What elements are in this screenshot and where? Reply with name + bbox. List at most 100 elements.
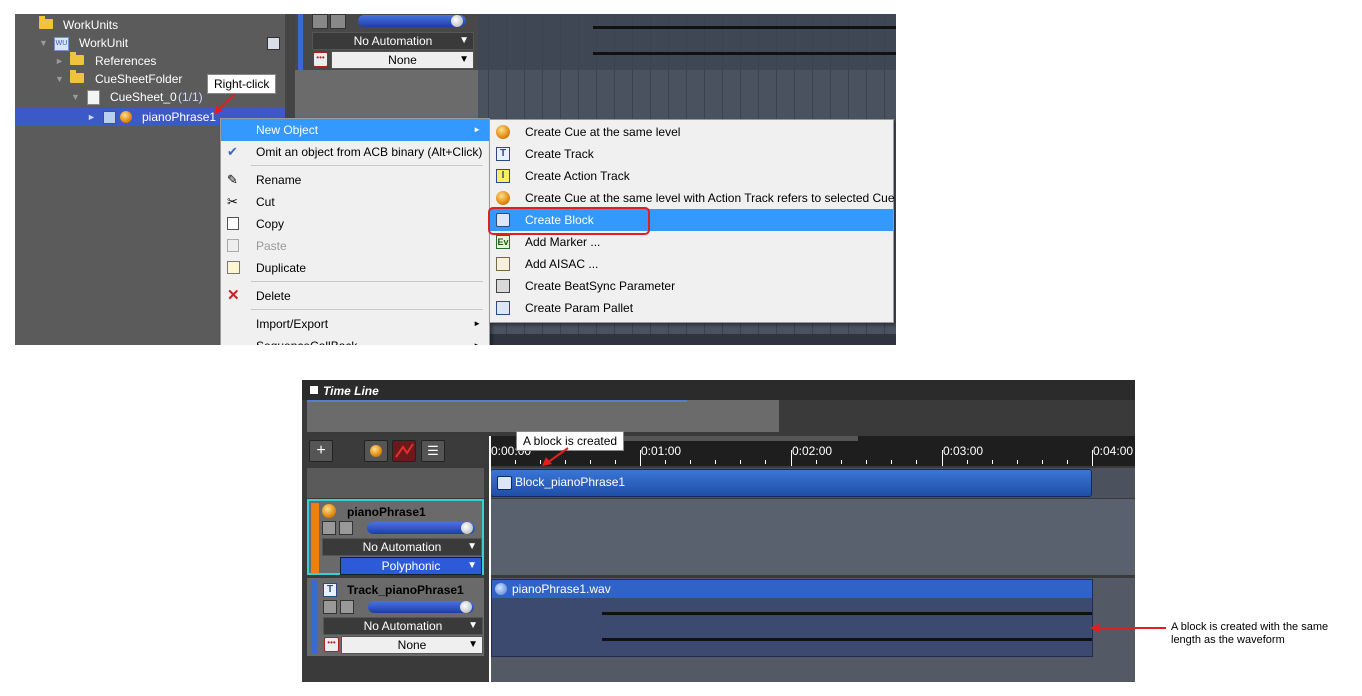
context-menu-screenshot: WorkUnits ▼ WU WorkUnit ► References ▼ C… <box>15 14 896 345</box>
list-view-button[interactable]: ☰ <box>421 440 445 462</box>
waveform-region[interactable]: pianoPhrase1.wav <box>491 579 1093 657</box>
submenu-item-create-track[interactable]: T Create Track <box>490 143 893 165</box>
volume-slider[interactable] <box>368 601 474 613</box>
block-created-arrow <box>542 447 569 466</box>
checkbox-icon[interactable] <box>103 111 116 124</box>
expand-right-icon: ► <box>87 112 96 122</box>
submenu-item-create-param-pallet[interactable]: Create Param Pallet <box>490 297 893 319</box>
bottom-bar <box>478 334 896 345</box>
dots-icon[interactable]: ••• <box>313 52 328 67</box>
add-track-button[interactable]: + <box>309 440 333 462</box>
cue-track-header[interactable]: pianoPhrase1 No Automation ▼ Polyphonic ▼ <box>307 499 484 575</box>
none-dropdown[interactable]: None ▼ <box>331 51 474 69</box>
cue-orb-icon <box>120 111 132 123</box>
curve-view-button[interactable] <box>392 440 416 462</box>
scissors-icon: ✂ <box>227 194 238 209</box>
curve-icon <box>395 443 414 458</box>
ruler-label: 0:03:00 <box>943 444 984 458</box>
list-icon: ☰ <box>427 443 439 458</box>
track-toolbar: + ☰ <box>307 436 484 466</box>
mute-icon[interactable] <box>339 521 353 535</box>
automation-dropdown[interactable]: No Automation ▼ <box>322 538 482 556</box>
right-click-arrow <box>214 93 236 114</box>
menu-item-paste[interactable]: Paste <box>221 235 489 257</box>
duplicate-icon <box>227 261 240 274</box>
block-icon <box>497 476 512 490</box>
menu-item-cut[interactable]: ✂ Cut <box>221 191 489 213</box>
mute-icon[interactable] <box>340 600 354 614</box>
volume-slider[interactable] <box>367 522 475 534</box>
playhead[interactable] <box>489 436 491 682</box>
submenu-item-create-action-track[interactable]: I Create Action Track <box>490 165 893 187</box>
menu-item-sequence-callback[interactable]: SequenceCallBack► <box>221 335 489 345</box>
save-icon[interactable] <box>267 37 280 50</box>
folder-icon <box>39 16 53 29</box>
block-row-header <box>307 468 484 498</box>
delete-x-icon: ✕ <box>227 287 240 304</box>
track-color-strip <box>298 14 303 70</box>
menu-item-duplicate[interactable]: Duplicate <box>221 257 489 279</box>
automation-dropdown[interactable]: No Automation ▼ <box>323 617 483 635</box>
waveform-filename: pianoPhrase1.wav <box>512 582 611 596</box>
playback-mode-dropdown[interactable]: Polyphonic ▼ <box>340 557 482 575</box>
track-lane <box>478 14 896 70</box>
menu-item-rename[interactable]: ✎ Rename <box>221 169 489 191</box>
menu-item-new-object[interactable]: New Object ► <box>221 119 489 141</box>
submenu-item-create-cue[interactable]: Create Cue at the same level <box>490 121 893 143</box>
checkmark-icon: ✔ <box>227 144 238 159</box>
chevron-down-icon: ▼ <box>468 620 478 631</box>
timeline-screenshot: Time Line + ☰ 0:00:00 0:01:00 0:02:00 0:… <box>302 380 1135 682</box>
submenu-item-create-cue-action-track[interactable]: Create Cue at the same level with Action… <box>490 187 895 209</box>
cue-orb-icon <box>496 125 510 139</box>
menu-item-delete[interactable]: ✕ Delete <box>221 285 489 307</box>
expand-right-icon: ► <box>55 56 64 66</box>
volume-knob[interactable] <box>461 522 473 534</box>
track-color-strip <box>311 503 319 573</box>
cue-track-lane <box>491 499 1135 575</box>
timeline-header: Time Line <box>302 380 1135 400</box>
none-dropdown[interactable]: None ▼ <box>341 636 483 654</box>
dots-icon[interactable]: ••• <box>324 637 339 652</box>
submenu-item-create-beatsync[interactable]: Create BeatSync Parameter <box>490 275 893 297</box>
audio-file-icon <box>495 583 507 595</box>
expand-down-icon: ▼ <box>55 74 64 84</box>
cue-orb-icon <box>496 191 510 205</box>
menu-item-import-export[interactable]: Import/Export ► <box>221 313 489 335</box>
track-t-icon: T <box>496 147 510 161</box>
create-block-highlight <box>488 207 650 235</box>
automation-dropdown[interactable]: No Automation ▼ <box>312 32 474 50</box>
pencil-icon: ✎ <box>227 172 238 187</box>
aisac-small-icon[interactable] <box>322 521 336 535</box>
submenu-arrow-icon: ► <box>473 335 481 345</box>
audio-track-name: Track_pianoPhrase1 <box>347 583 464 597</box>
cue-orb-icon <box>370 445 382 457</box>
block-pianophrase1[interactable]: Block_pianoPhrase1 <box>490 469 1092 497</box>
submenu-item-add-aisac[interactable]: Add AISAC ... <box>490 253 893 275</box>
cue-orb-icon <box>322 504 336 518</box>
chevron-down-icon: ▼ <box>467 541 477 552</box>
beatsync-icon <box>496 279 510 293</box>
aisac-small-icon[interactable] <box>312 14 328 29</box>
ruler-label: 0:04:00 <box>1093 444 1134 458</box>
waveform-lower <box>593 52 896 55</box>
waveform-lower <box>602 638 1092 641</box>
menu-item-copy[interactable]: Copy <box>221 213 489 235</box>
submenu-arrow-icon: ► <box>473 319 481 328</box>
volume-slider[interactable] <box>358 15 466 27</box>
track-t-icon: T <box>323 583 337 597</box>
audio-track-header[interactable]: T Track_pianoPhrase1 No Automation ▼ None… <box>307 578 484 656</box>
cue-view-button[interactable] <box>364 440 388 462</box>
mute-icon[interactable] <box>330 14 346 29</box>
copy-icon <box>227 217 239 230</box>
workunit-icon: WU <box>54 37 69 51</box>
volume-knob[interactable] <box>460 601 472 613</box>
menu-item-omit[interactable]: ✔ Omit an object from ACB binary (Alt+Cl… <box>221 141 489 163</box>
submenu-arrow-icon: ► <box>473 125 481 134</box>
ruler-label: 0:01:00 <box>641 444 682 458</box>
chevron-down-icon: ▼ <box>468 639 478 650</box>
overview-bar[interactable] <box>307 400 779 432</box>
volume-knob[interactable] <box>451 15 463 27</box>
aisac-small-icon[interactable] <box>323 600 337 614</box>
timeline-title: Time Line <box>323 384 379 398</box>
action-track-icon: I <box>496 169 510 183</box>
